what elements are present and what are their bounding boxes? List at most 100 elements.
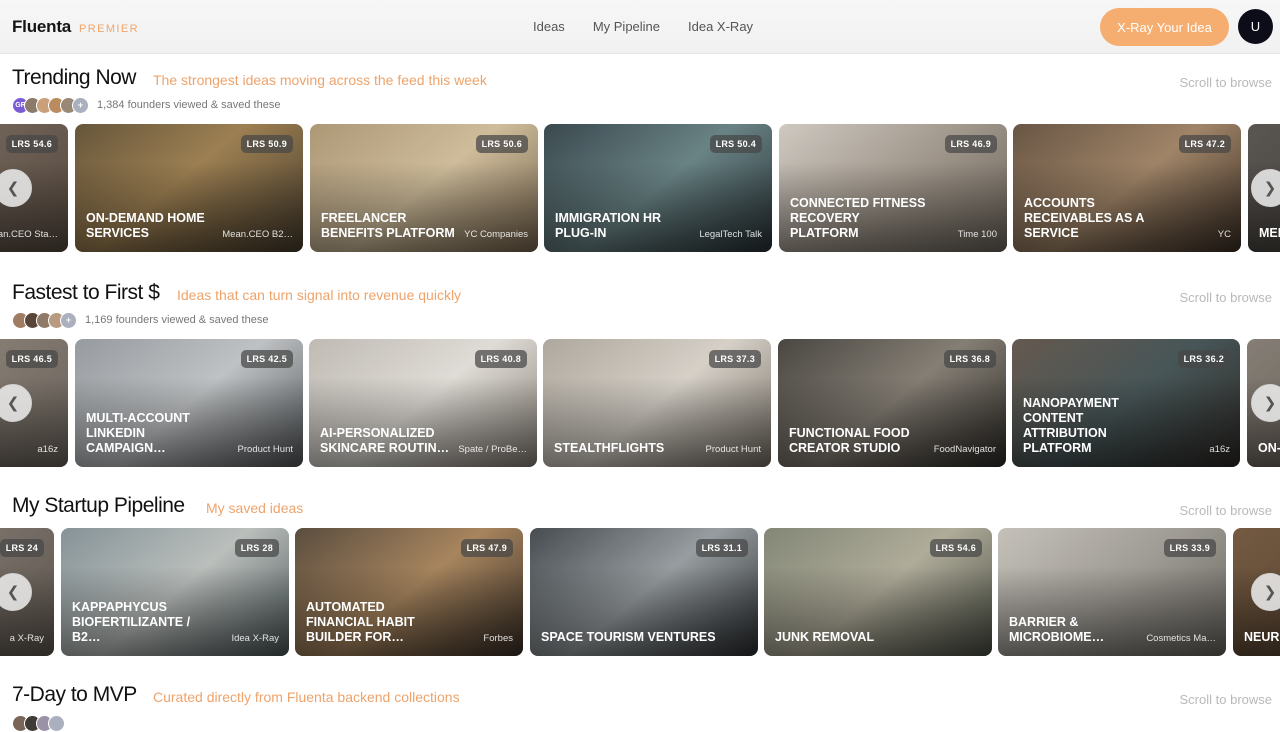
idea-card[interactable]: LRS 46.9 Connected Fitness Recovery Plat…: [779, 124, 1007, 252]
section-title: Fastest to First $: [12, 281, 160, 304]
idea-card[interactable]: LRS 54.6 Junk Removal: [764, 528, 992, 656]
section-my-startup-pipeline: My Startup Pipeline My saved ideas Scrol…: [0, 494, 1280, 659]
idea-card[interactable]: LRS 36.8 Functional Food Creator Studio …: [778, 339, 1006, 467]
idea-carousel[interactable]: LRS 46.5 a16z LRS 42.5 Multi-Account Lin…: [0, 339, 1280, 467]
lrs-score-badge: LRS 46.9: [944, 135, 997, 153]
card-title: Nanopayment Content Attribution Platform: [1023, 396, 1119, 455]
lrs-score-badge: LRS 36.8: [943, 350, 996, 368]
lrs-score-badge: LRS 28: [234, 539, 279, 557]
section-subtitle: Curated directly from Fluenta backend co…: [153, 689, 460, 705]
idea-card[interactable]: LRS 28 Kappaphycus Biofertilizante / B2……: [61, 528, 289, 656]
scroll-hint: Scroll to browse: [1179, 692, 1272, 707]
idea-card[interactable]: LRS 36.2 Nanopayment Content Attribution…: [1012, 339, 1240, 467]
idea-card[interactable]: LRS 31.1 Space Tourism Ventures: [530, 528, 758, 656]
card-source: Forbes: [483, 633, 513, 644]
card-source: Product Hunt: [237, 444, 293, 455]
card-source: a X-Ray: [9, 633, 44, 644]
nav-ideas[interactable]: Ideas: [533, 19, 565, 34]
card-source: Idea X-Ray: [231, 633, 279, 644]
lrs-score-badge: LRS 24: [0, 539, 44, 557]
card-title: Functional Food Creator Studio: [789, 426, 910, 455]
card-title: On- Ent: [1258, 441, 1280, 455]
lrs-score-badge: LRS 50.4: [709, 135, 762, 153]
card-source: FoodNavigator: [933, 444, 996, 455]
section-title: 7-Day to MVP: [12, 683, 137, 706]
card-source: Cosmetics Ma…: [1146, 633, 1216, 644]
card-source: Time 100: [957, 229, 997, 240]
card-title: Connected Fitness Recovery Platform: [790, 196, 926, 240]
idea-card[interactable]: LRS 47.9 Automated Financial Habit Build…: [295, 528, 523, 656]
more-founders-plus-icon: +: [72, 96, 89, 114]
card-title: AI-Personalized Skincare Routin…: [320, 426, 450, 455]
card-title: Men Med: [1259, 226, 1280, 240]
lrs-score-badge: LRS 31.1: [695, 539, 748, 557]
brand-name: Fluenta: [12, 17, 72, 36]
card-source: a16z: [1209, 444, 1230, 455]
lrs-score-badge: LRS 50.9: [240, 135, 293, 153]
section-title: My Startup Pipeline: [12, 494, 185, 517]
section-7-day-to-mvp: 7-Day to MVP Curated directly from Fluen…: [0, 683, 1280, 732]
card-title: Barrier & Microbiome…: [1009, 615, 1105, 644]
card-title: Multi-Account LinkedIn Campaign…: [86, 411, 190, 455]
card-title: Kappaphycus Biofertilizante / B2…: [72, 600, 191, 644]
scroll-hint: Scroll to browse: [1179, 503, 1272, 518]
card-title: Neur & Moc: [1244, 630, 1280, 644]
lrs-score-badge: LRS 46.5: [5, 350, 58, 368]
more-founders-plus-icon: [48, 714, 65, 732]
idea-card[interactable]: LRS 50.4 Immigration HR Plug-In LegalTec…: [544, 124, 772, 252]
lrs-score-badge: LRS 54.6: [5, 135, 58, 153]
lrs-score-badge: LRS 36.2: [1177, 350, 1230, 368]
scroll-hint: Scroll to browse: [1179, 75, 1272, 90]
section-title: Trending Now: [12, 66, 136, 89]
card-source: YC Companies: [464, 229, 528, 240]
brand-logo[interactable]: Fluenta PREMIER: [12, 17, 139, 37]
idea-card[interactable]: LRS 42.5 Multi-Account LinkedIn Campaign…: [75, 339, 303, 467]
social-proof: [12, 714, 65, 732]
card-source: Product Hunt: [705, 444, 761, 455]
card-title: Junk Removal: [775, 630, 875, 644]
idea-card[interactable]: LRS 40.8 AI-Personalized Skincare Routin…: [309, 339, 537, 467]
social-proof-text: 1,169 founders viewed & saved these: [85, 314, 269, 326]
social-proof: GR + 1,384 founders viewed & saved these: [12, 96, 280, 114]
card-title: Automated Financial Habit Builder For…: [306, 600, 415, 644]
card-source: Mean.CEO B2…: [222, 229, 293, 240]
lrs-score-badge: LRS 50.6: [475, 135, 528, 153]
scroll-hint: Scroll to browse: [1179, 290, 1272, 305]
card-title: Space Tourism Ventures: [541, 630, 716, 644]
card-title: Accounts Receivables as a Service: [1024, 196, 1144, 240]
section-subtitle: My saved ideas: [206, 500, 304, 516]
card-source: a16z: [37, 444, 58, 455]
card-title: Freelancer Benefits Platform: [321, 211, 455, 240]
lrs-score-badge: LRS 40.8: [474, 350, 527, 368]
idea-card[interactable]: LRS 50.9 On-Demand Home Services Mean.CE…: [75, 124, 303, 252]
idea-card[interactable]: LRS 37.3 StealthFlights Product Hunt: [543, 339, 771, 467]
idea-card[interactable]: LRS 33.9 Barrier & Microbiome… Cosmetics…: [998, 528, 1226, 656]
nav-idea-x-ray[interactable]: Idea X-Ray: [688, 19, 753, 34]
more-founders-plus-icon: +: [60, 311, 77, 329]
card-source: Mean.CEO Sta…: [0, 229, 58, 240]
top-navigation-bar: Fluenta PREMIER Ideas My Pipeline Idea X…: [0, 0, 1280, 54]
card-source: YC: [1217, 229, 1231, 240]
section-fastest-to-first-dollar: Fastest to First $ Ideas that can turn s…: [0, 281, 1280, 471]
idea-card[interactable]: LRS 47.2 Accounts Receivables as a Servi…: [1013, 124, 1241, 252]
idea-carousel[interactable]: LRS 54.6 Mean.CEO Sta… LRS 50.9 On-Deman…: [0, 124, 1280, 252]
social-proof-text: 1,384 founders viewed & saved these: [97, 99, 281, 111]
card-source: Spate / ProBe…: [458, 444, 527, 455]
lrs-score-badge: LRS 37.3: [708, 350, 761, 368]
idea-carousel[interactable]: LRS 24 a X-Ray LRS 28 Kappaphycus Biofer…: [0, 528, 1280, 656]
brand-tier-badge: PREMIER: [79, 23, 139, 35]
user-avatar[interactable]: U: [1238, 9, 1273, 44]
section-trending-now: Trending Now The strongest ideas moving …: [0, 66, 1280, 256]
social-proof: + 1,169 founders viewed & saved these: [12, 311, 268, 329]
card-title: On-Demand Home Services: [86, 211, 205, 240]
section-subtitle: Ideas that can turn signal into revenue …: [177, 287, 462, 303]
main-nav: Ideas My Pipeline Idea X-Ray: [533, 19, 753, 34]
x-ray-your-idea-button[interactable]: X-Ray Your Idea: [1100, 8, 1229, 46]
lrs-score-badge: LRS 47.9: [460, 539, 513, 557]
card-source: LegalTech Talk: [699, 229, 762, 240]
lrs-score-badge: LRS 33.9: [1163, 539, 1216, 557]
idea-card[interactable]: LRS 50.6 Freelancer Benefits Platform YC…: [310, 124, 538, 252]
nav-my-pipeline[interactable]: My Pipeline: [593, 19, 660, 34]
lrs-score-badge: LRS 42.5: [240, 350, 293, 368]
lrs-score-badge: LRS 54.6: [929, 539, 982, 557]
